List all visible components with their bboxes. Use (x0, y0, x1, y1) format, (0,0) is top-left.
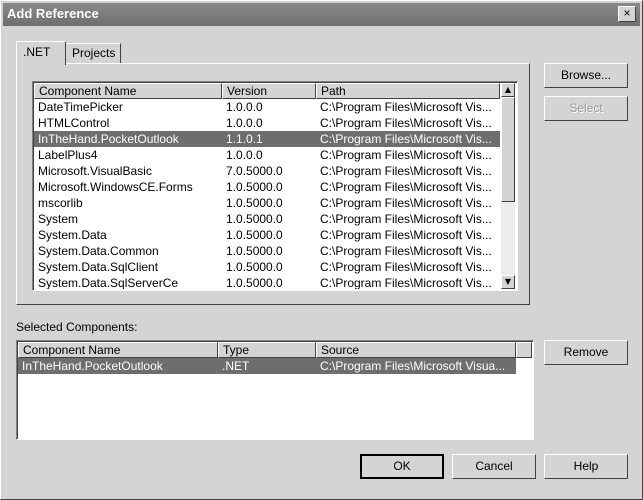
selected-components-frame: Component Name Type Source InTheHand.Poc… (16, 340, 534, 440)
dotnet-tab-panel: Component Name Version Path DateTimePick… (16, 63, 530, 305)
component-cell: 1.0.5000.0 (226, 196, 283, 210)
component-cell: C:\Program Files\Microsoft Vis... (320, 180, 492, 194)
component-cell: C:\Program Files\Microsoft Vis... (320, 228, 492, 242)
component-cell: LabelPlus4 (38, 148, 98, 162)
component-row[interactable]: HTMLControl 1.0.0.0 C:\Program Files\Micro… (34, 115, 500, 131)
component-cell: C:\Program Files\Microsoft Vis... (320, 116, 492, 130)
component-cell: Microsoft.WindowsCE.Forms (38, 180, 193, 194)
component-cell: 1.0.5000.0 (226, 212, 283, 226)
scroll-thumb[interactable] (501, 97, 515, 202)
component-cell: System.Data (38, 228, 107, 242)
components-list-frame: Component Name Version Path DateTimePick… (32, 81, 518, 291)
selected-component-cell: C:\Program Files\Microsoft Visua... (320, 359, 506, 373)
column-header-component-name[interactable]: Component Name (34, 83, 222, 99)
component-cell: C:\Program Files\Microsoft Vis... (320, 148, 492, 162)
selected-component-cell: .NET (222, 359, 250, 373)
component-row[interactable]: System.Data 1.0.5000.0 C:\Program Files\Mi… (34, 227, 500, 243)
scroll-down-icon[interactable]: ▼ (501, 275, 515, 289)
component-cell: C:\Program Files\Microsoft Vis... (320, 196, 492, 210)
window-title: Add Reference (7, 6, 99, 21)
component-row[interactable]: Microsoft.WindowsCE.Forms 1.0.5000.0 C:\Pr… (34, 179, 500, 195)
help-button[interactable]: Help (544, 454, 628, 479)
component-cell: C:\Program Files\Microsoft Vis... (320, 132, 492, 146)
selected-components-label: Selected Components: (16, 320, 138, 334)
selected-component-cell: InTheHand.PocketOutlook (22, 359, 163, 373)
component-cell: Microsoft.VisualBasic (38, 164, 152, 178)
component-cell: System.Data.Common (38, 244, 159, 258)
browse-button[interactable]: Browse... (544, 63, 628, 88)
component-cell: DateTimePicker (38, 100, 123, 114)
component-row[interactable]: System.Data.Common 1.0.5000.0 C:\Program F… (34, 243, 500, 259)
component-cell: InTheHand.PocketOutlook (38, 132, 179, 146)
cancel-button[interactable]: Cancel (452, 454, 536, 479)
component-cell: 1.0.5000.0 (226, 260, 283, 274)
component-row[interactable]: System 1.0.5000.0 C:\Program Files\Microso… (34, 211, 500, 227)
component-cell: C:\Program Files\Microsoft Vis... (320, 260, 492, 274)
component-cell: 1.0.5000.0 (226, 244, 283, 258)
component-row[interactable]: LabelPlus4 1.0.0.0 C:\Program Files\Micros… (34, 147, 500, 163)
selected-column-header-filler (516, 342, 532, 358)
column-header-version[interactable]: Version (222, 83, 316, 99)
component-cell: System.Data.SqlServerCe (38, 276, 179, 289)
component-row[interactable]: System.Data.SqlServerCe 1.0.5000.0 C:\Prog… (34, 275, 500, 289)
component-cell: HTMLControl (38, 116, 110, 130)
component-row[interactable]: InTheHand.PocketOutlook 1.1.0.1 C:\Program… (34, 131, 500, 147)
selected-column-header-type[interactable]: Type (218, 342, 316, 358)
component-cell: 1.0.5000.0 (226, 180, 283, 194)
add-reference-dialog: Add Reference × .NET Projects Component … (0, 0, 643, 500)
component-cell: 1.1.0.1 (226, 132, 263, 146)
component-row[interactable]: Microsoft.VisualBasic 7.0.5000.0 C:\Progra… (34, 163, 500, 179)
component-cell: C:\Program Files\Microsoft Vis... (320, 276, 492, 289)
components-scrollbar[interactable]: ▲ ▼ (501, 83, 515, 289)
scroll-up-icon[interactable]: ▲ (501, 83, 515, 97)
remove-button[interactable]: Remove (544, 340, 628, 365)
component-row[interactable]: System.Data.SqlClient 1.0.5000.0 C:\Progra… (34, 259, 500, 275)
component-row[interactable]: mscorlib 1.0.5000.0 C:\Program Files\Micro… (34, 195, 500, 211)
component-row[interactable]: DateTimePicker 1.0.0.0 C:\Program Files\Mi… (34, 99, 500, 115)
selected-component-row[interactable]: InTheHand.PocketOutlook .NET C:\Program Fi… (18, 358, 516, 374)
close-icon[interactable]: × (618, 6, 636, 22)
select-button[interactable]: Select (544, 96, 628, 121)
component-cell: 1.0.5000.0 (226, 228, 283, 242)
tab-projects[interactable]: Projects (65, 43, 121, 63)
component-cell: 1.0.0.0 (226, 116, 263, 130)
component-cell: 7.0.5000.0 (226, 164, 283, 178)
component-cell: 1.0.0.0 (226, 148, 263, 162)
selected-column-header-source[interactable]: Source (316, 342, 516, 358)
title-bar[interactable]: Add Reference × (3, 3, 640, 26)
components-list[interactable]: Component Name Version Path DateTimePick… (34, 83, 500, 289)
component-cell: C:\Program Files\Microsoft Vis... (320, 212, 492, 226)
component-cell: C:\Program Files\Microsoft Vis... (320, 164, 492, 178)
selected-column-header-component-name[interactable]: Component Name (18, 342, 218, 358)
component-cell: mscorlib (38, 196, 83, 210)
component-cell: 1.0.5000.0 (226, 276, 283, 289)
selected-components-list[interactable]: Component Name Type Source InTheHand.Poc… (18, 342, 532, 438)
tab-dotnet[interactable]: .NET (16, 41, 66, 65)
component-cell: System.Data.SqlClient (38, 260, 159, 274)
component-cell: C:\Program Files\Microsoft Vis... (320, 244, 492, 258)
component-cell: 1.0.0.0 (226, 100, 263, 114)
component-cell: C:\Program Files\Microsoft Vis... (320, 100, 492, 114)
ok-button[interactable]: OK (360, 454, 444, 479)
component-cell: System (38, 212, 79, 226)
column-header-path[interactable]: Path (316, 83, 500, 99)
